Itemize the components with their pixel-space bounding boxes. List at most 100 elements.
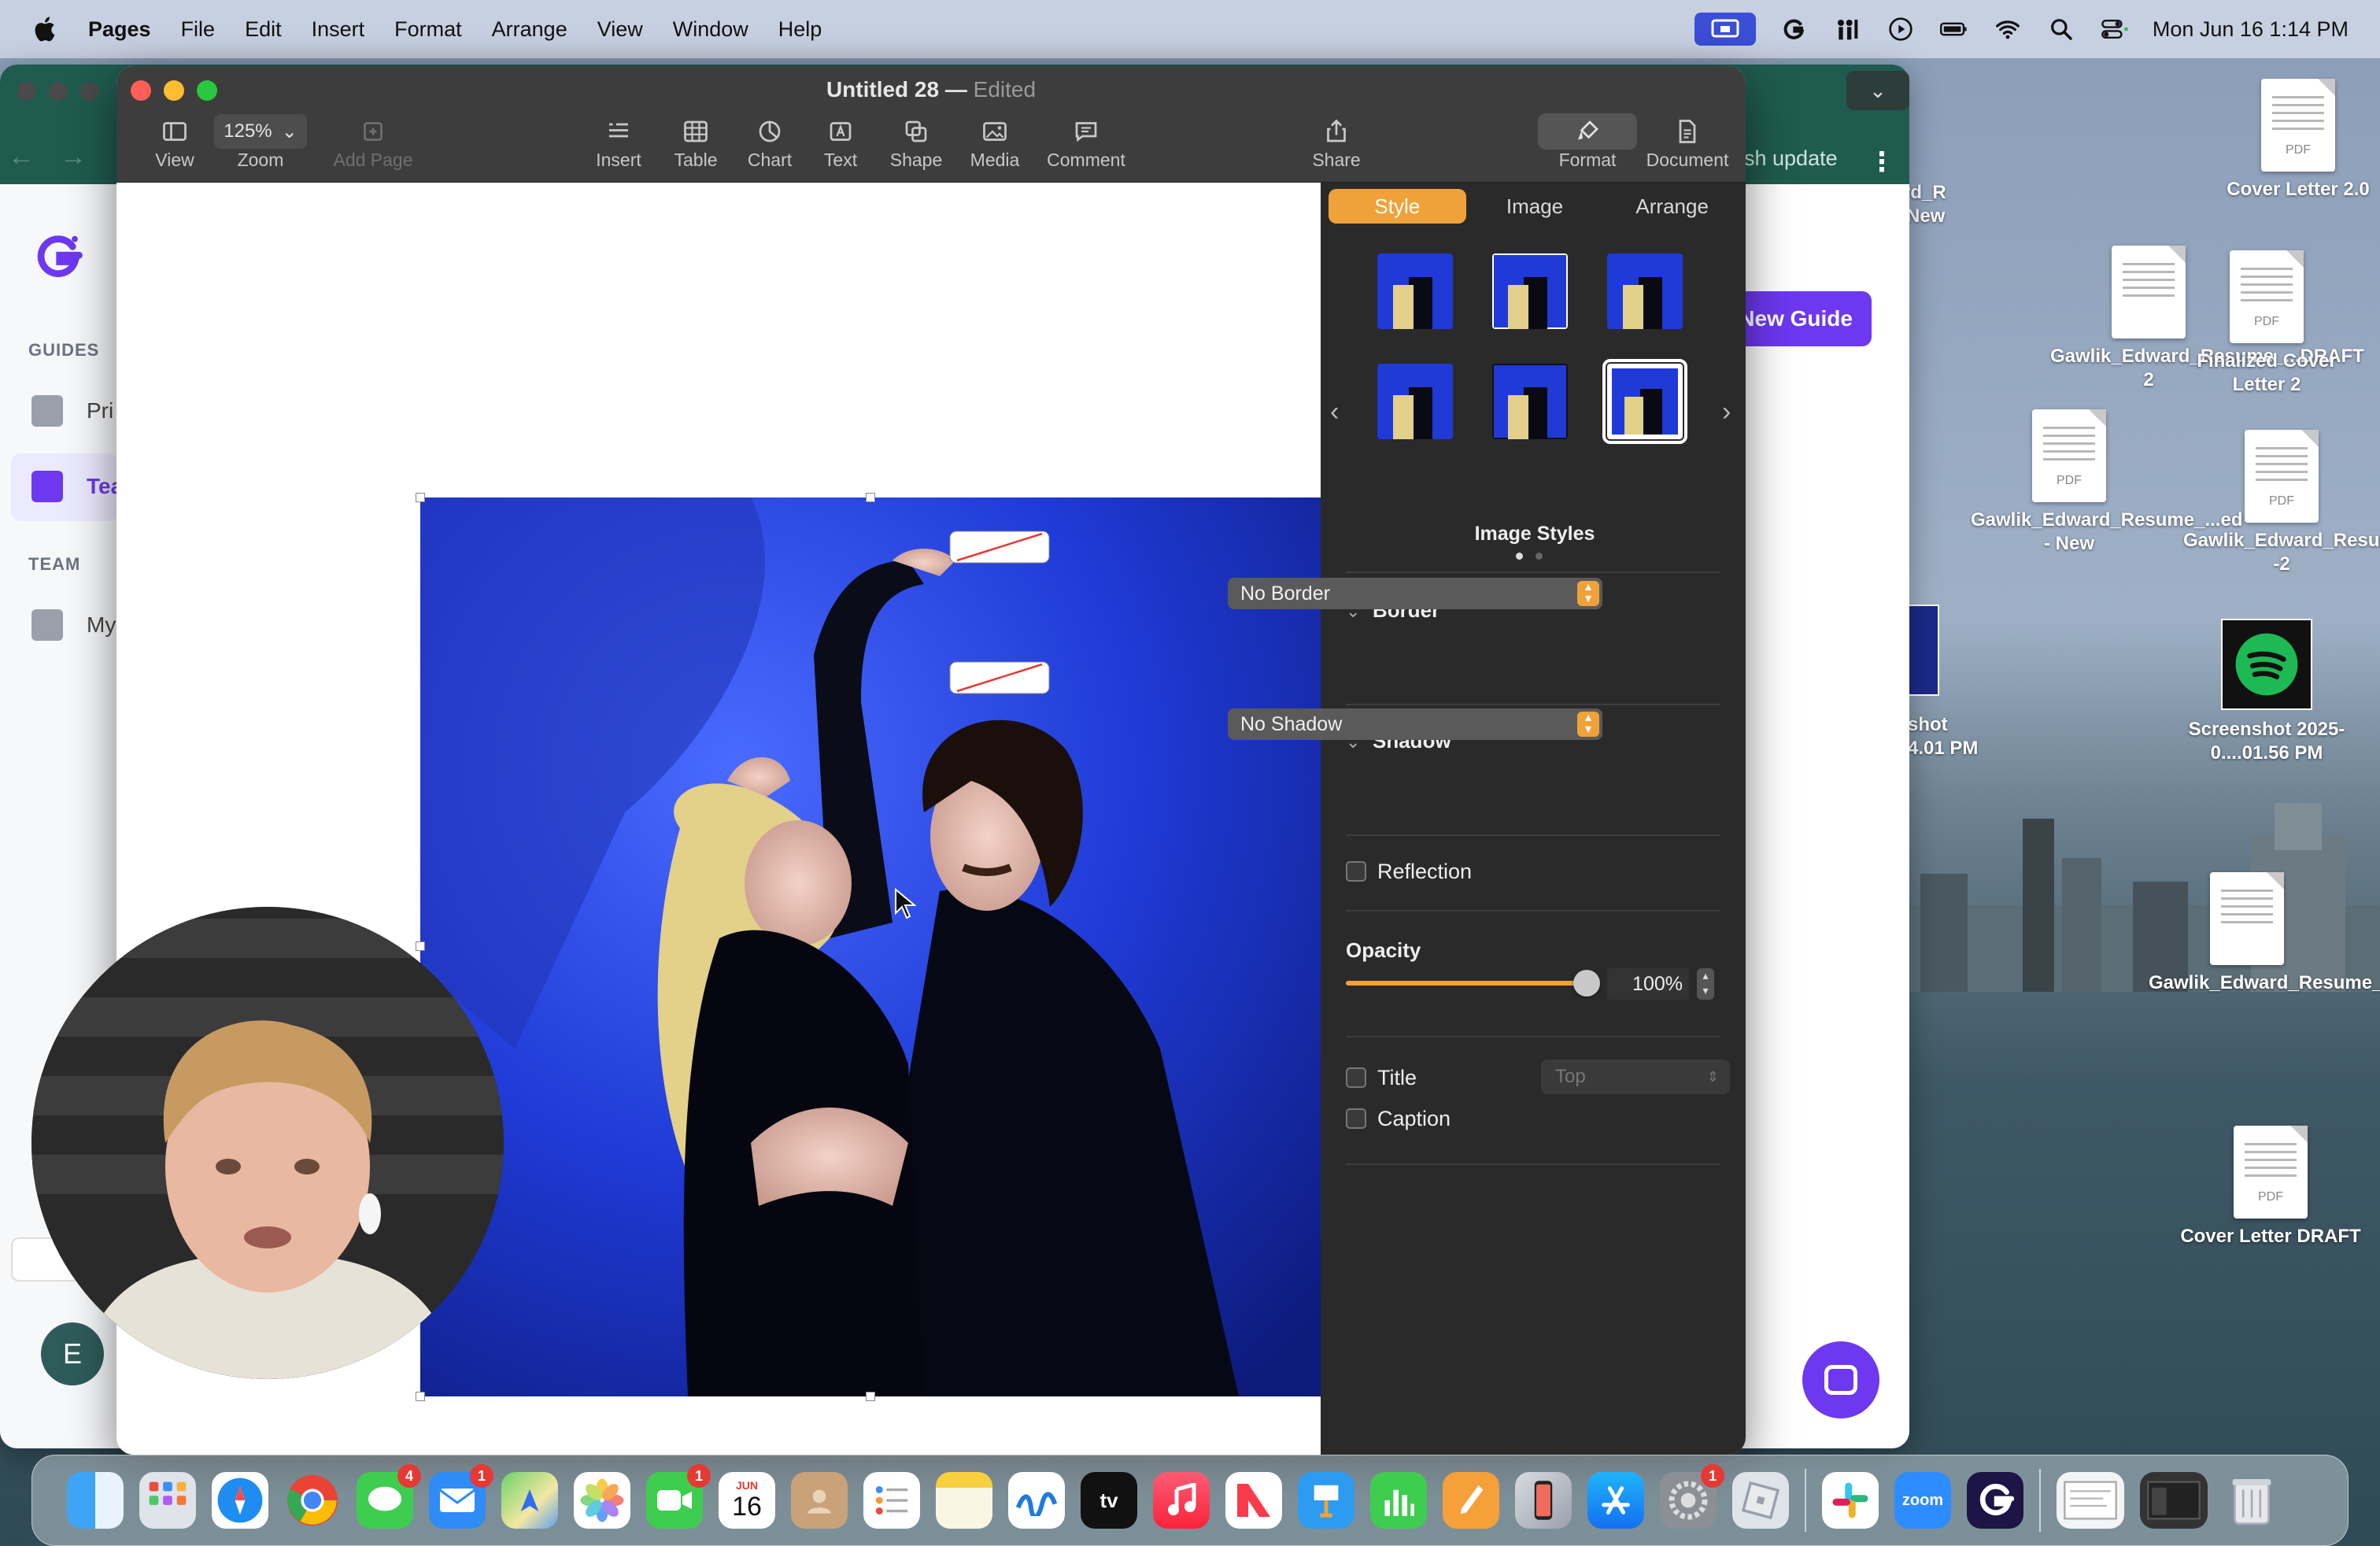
menu-arrange[interactable]: Arrange xyxy=(492,17,567,42)
sidebar-item-private[interactable]: Pri xyxy=(31,395,113,427)
dock-launchpad-icon[interactable] xyxy=(139,1472,196,1529)
dock-roblox-icon[interactable] xyxy=(1732,1472,1789,1529)
menu-view[interactable]: View xyxy=(597,17,643,42)
remote-icon[interactable] xyxy=(1831,16,1863,43)
menu-app-name[interactable]: Pages xyxy=(88,17,151,42)
dock-iphone-mirroring-icon[interactable] xyxy=(1515,1472,1572,1529)
border-style-select[interactable]: No Border ▴ ▾ xyxy=(1228,578,1602,609)
dock-calendar-icon[interactable]: JUN 16 xyxy=(719,1472,775,1529)
dock-chrome-icon[interactable] xyxy=(284,1472,341,1529)
page-dots[interactable] xyxy=(1516,553,1543,560)
dock-mail-icon[interactable]: 1 xyxy=(429,1464,493,1529)
desktop-file[interactable]: PDF Cover Letter 2.0 xyxy=(2200,79,2380,202)
dock-recent-document-icon[interactable] xyxy=(2057,1472,2124,1529)
spotlight-search-icon[interactable] xyxy=(2046,16,2077,43)
dock-safari-icon[interactable] xyxy=(212,1472,268,1529)
dock-trash-icon[interactable] xyxy=(2223,1472,2280,1529)
desktop-file[interactable]: PDF Gawlik_Edward_Resume_...ed - New xyxy=(1971,409,2242,556)
zoom-select[interactable]: 125% ⌄ xyxy=(214,114,307,149)
comment-button[interactable]: Comment xyxy=(1039,113,1133,171)
guidde-status-icon[interactable] xyxy=(1778,16,1809,43)
tab-style[interactable]: Style xyxy=(1329,189,1466,224)
more-options-icon[interactable]: ⋮ xyxy=(1868,146,1895,178)
desktop-file[interactable]: Gawlik_Edward_Resume_Finalized xyxy=(2149,872,2380,995)
tab-image[interactable]: Image xyxy=(1466,189,1604,224)
dock-finder-icon[interactable] xyxy=(67,1472,124,1529)
forward-arrow-icon[interactable]: → xyxy=(60,142,87,172)
menu-insert[interactable]: Insert xyxy=(312,17,365,42)
guidde-chevron-button[interactable]: ⌄ xyxy=(1846,71,1909,110)
dock-keynote-icon[interactable] xyxy=(1298,1472,1354,1529)
image-style-thumb[interactable] xyxy=(1492,364,1568,439)
dock-pages-icon[interactable] xyxy=(1443,1472,1499,1529)
caption-checkbox[interactable] xyxy=(1346,1108,1366,1129)
menu-file[interactable]: File xyxy=(181,17,216,42)
zoom-control[interactable]: 125% ⌄ Zoom xyxy=(209,113,312,171)
resize-handle-n[interactable] xyxy=(866,493,875,502)
dock-facetime-icon[interactable]: 1 xyxy=(646,1464,711,1529)
user-avatar[interactable]: E xyxy=(41,1322,104,1385)
dock-slack-icon[interactable] xyxy=(1822,1472,1879,1529)
image-style-thumb[interactable] xyxy=(1377,253,1453,329)
add-page-button[interactable]: Add Page xyxy=(318,113,428,171)
border-color-well[interactable] xyxy=(949,531,1050,564)
media-button[interactable]: Media xyxy=(955,113,1034,171)
chevron-left-icon[interactable]: ‹ xyxy=(1330,397,1339,427)
table-button[interactable]: Table xyxy=(656,113,735,171)
dock-contacts-icon[interactable] xyxy=(791,1472,848,1529)
dock-maps-icon[interactable] xyxy=(501,1472,558,1529)
dock-freeform-icon[interactable] xyxy=(1008,1472,1065,1529)
desktop-file[interactable]: PDF Cover Letter DRAFT xyxy=(2172,1126,2369,1248)
menu-window[interactable]: Window xyxy=(673,17,748,42)
opacity-slider-knob[interactable] xyxy=(1573,970,1600,997)
shadow-style-select[interactable]: No Shadow ▴ ▾ xyxy=(1228,708,1602,740)
resize-handle-sw[interactable] xyxy=(416,1392,425,1401)
dock-guidde-icon[interactable] xyxy=(1967,1472,2023,1529)
resize-handle-w[interactable] xyxy=(416,941,425,951)
wifi-icon[interactable] xyxy=(1992,16,2023,43)
chevron-right-icon[interactable]: › xyxy=(1722,397,1731,427)
menu-edit[interactable]: Edit xyxy=(245,17,282,42)
image-style-thumb[interactable] xyxy=(1492,253,1568,329)
chart-button[interactable]: Chart xyxy=(730,113,809,171)
title-position-select[interactable]: Top ⇕ xyxy=(1541,1060,1730,1094)
desktop-file-partial[interactable]: shot 4.01 PM xyxy=(1908,713,2010,760)
menu-format[interactable]: Format xyxy=(394,17,462,42)
shape-button[interactable]: Shape xyxy=(877,113,955,171)
new-guide-button[interactable]: New Guide xyxy=(1728,291,1872,346)
resize-handle-s[interactable] xyxy=(866,1392,875,1401)
share-button[interactable]: Share xyxy=(1297,113,1376,171)
dock-tv-icon[interactable]: tv xyxy=(1081,1472,1137,1529)
dock-notes-icon[interactable] xyxy=(936,1472,992,1529)
opacity-stepper[interactable]: ▴ ▾ xyxy=(1697,968,1714,1000)
menu-bar-clock[interactable]: Mon Jun 16 1:14 PM xyxy=(2153,17,2349,42)
screenshot-thumb-partial[interactable] xyxy=(1908,605,1939,696)
insert-button[interactable]: Insert xyxy=(579,113,658,171)
desktop-file[interactable]: Screenshot 2025-0....01.56 PM xyxy=(2168,619,2365,765)
opacity-slider-track[interactable] xyxy=(1346,981,1587,986)
screen-mirroring-icon[interactable] xyxy=(1694,13,1756,46)
dock-reminders-icon[interactable] xyxy=(863,1472,920,1529)
dock-music-icon[interactable] xyxy=(1153,1472,1210,1529)
dock-numbers-icon[interactable] xyxy=(1370,1472,1427,1529)
image-style-thumb[interactable] xyxy=(1607,253,1683,329)
desktop-file[interactable]: PDF Finalized Cover Letter 2 xyxy=(2168,250,2365,397)
resize-handle-nw[interactable] xyxy=(416,493,425,502)
back-arrow-icon[interactable]: ← xyxy=(8,142,35,172)
play-circle-icon[interactable] xyxy=(1885,16,1916,43)
publish-update-button[interactable]: ish update xyxy=(1739,146,1838,171)
dock-recent-window-icon[interactable] xyxy=(2140,1472,2208,1529)
shadow-color-well[interactable] xyxy=(949,661,1050,694)
menu-help[interactable]: Help xyxy=(778,17,822,42)
opacity-value-field[interactable]: 100% xyxy=(1607,968,1689,1000)
format-button[interactable]: Format xyxy=(1538,113,1637,171)
tab-arrange[interactable]: Arrange xyxy=(1603,189,1741,224)
control-center-icon[interactable] xyxy=(2099,16,2131,43)
dock-messages-icon[interactable]: 4 xyxy=(357,1464,421,1529)
desktop-file[interactable]: PDF Gawlik_Edward_Resume_Finalized -2 xyxy=(2183,430,2380,576)
title-checkbox[interactable] xyxy=(1346,1067,1366,1088)
dock-news-icon[interactable] xyxy=(1225,1472,1282,1529)
selected-photo-image[interactable] xyxy=(420,497,1321,1396)
dock-app-store-icon[interactable] xyxy=(1587,1472,1644,1529)
dock-zoom-icon[interactable]: zoom xyxy=(1894,1472,1951,1529)
